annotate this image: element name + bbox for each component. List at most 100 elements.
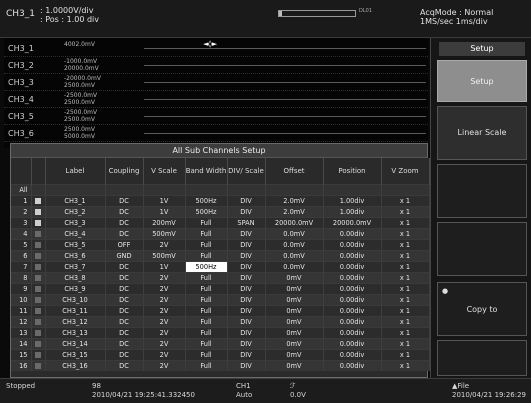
cell-label[interactable]: CH3_4 <box>45 227 106 239</box>
cell-offset[interactable]: 0.0mV <box>265 249 324 261</box>
cell-div-scale[interactable]: DIV <box>227 205 266 217</box>
cell-div-scale[interactable]: DIV <box>227 326 266 338</box>
cell-v-scale[interactable]: 2V <box>143 326 186 338</box>
cell-position[interactable]: 20000.0mV <box>323 216 382 228</box>
cell-v-zoom[interactable] <box>381 183 430 195</box>
cell-div-scale[interactable] <box>227 183 266 195</box>
cell-offset[interactable]: 0.0mV <box>265 227 324 239</box>
cell-offset[interactable]: 0mV <box>265 293 324 305</box>
cell-position[interactable]: 0.00div <box>323 337 382 349</box>
setup-button[interactable]: Setup <box>437 60 527 102</box>
table-row[interactable]: 7 CH3_7 DC 1V 500Hz DIV 0.0mV 0.00div x 1 <box>11 260 430 272</box>
cell-coupling[interactable]: DC <box>105 260 144 272</box>
cell-position[interactable]: 0.00div <box>323 282 382 294</box>
cell-position[interactable]: 0.00div <box>323 260 382 272</box>
cell-position[interactable]: 0.00div <box>323 348 382 360</box>
cell-coupling[interactable]: DC <box>105 282 144 294</box>
table-row[interactable]: 4 CH3_4 DC 500mV Full DIV 0.0mV 0.00div x 1 <box>11 227 430 239</box>
cell-v-zoom[interactable]: x 1 <box>381 271 430 283</box>
cell-position[interactable]: 0.00div <box>323 304 382 316</box>
table-row[interactable]: 2 CH3_2 DC 1V 500Hz DIV 2.0mV 1.00div x 1 <box>11 205 430 217</box>
waveform-display[interactable]: ◄◊► CH3_1 4002.0mV CH3_2 -1000.0mV 20000… <box>4 38 428 148</box>
cell-coupling[interactable]: DC <box>105 293 144 305</box>
cell-label[interactable]: CH3_9 <box>45 282 106 294</box>
cell-v-scale[interactable]: 2V <box>143 282 186 294</box>
table-row[interactable]: 1 CH3_1 DC 1V 500Hz DIV 2.0mV 1.00div x 1 <box>11 194 430 206</box>
cell-coupling[interactable] <box>105 183 144 195</box>
cell-v-zoom[interactable]: x 1 <box>381 260 430 272</box>
cell-band-width[interactable]: Full <box>185 315 228 327</box>
cell-v-scale[interactable]: 2V <box>143 238 186 250</box>
cell-label[interactable]: CH3_14 <box>45 337 106 349</box>
table-row[interactable]: 16 CH3_16 DC 2V Full DIV 0mV 0.00div x 1 <box>11 359 430 371</box>
soft-key-6[interactable] <box>437 340 527 376</box>
soft-key-3[interactable] <box>437 164 527 218</box>
cell-coupling[interactable]: DC <box>105 315 144 327</box>
copy-to-button[interactable]: ● Copy to <box>437 282 527 336</box>
cell-v-scale[interactable]: 1V <box>143 194 186 206</box>
cell-v-zoom[interactable]: x 1 <box>381 194 430 206</box>
cell-position[interactable]: 0.00div <box>323 315 382 327</box>
cell-offset[interactable]: 0mV <box>265 337 324 349</box>
cell-v-zoom[interactable]: x 1 <box>381 293 430 305</box>
cell-position[interactable]: 0.00div <box>323 249 382 261</box>
cell-offset[interactable]: 2.0mV <box>265 205 324 217</box>
cell-coupling[interactable]: DC <box>105 216 144 228</box>
cell-div-scale[interactable]: DIV <box>227 227 266 239</box>
cell-div-scale[interactable]: DIV <box>227 304 266 316</box>
cell-label[interactable]: CH3_6 <box>45 249 106 261</box>
cell-div-scale[interactable]: DIV <box>227 260 266 272</box>
cell-div-scale[interactable]: DIV <box>227 194 266 206</box>
cell-div-scale[interactable]: DIV <box>227 271 266 283</box>
table-row[interactable]: 3 CH3_3 DC 200mV Full SPAN 20000.0mV 20000.0mV x… <box>11 216 430 228</box>
cell-label[interactable]: CH3_13 <box>45 326 106 338</box>
cell-band-width[interactable]: Full <box>185 282 228 294</box>
cell-v-scale[interactable]: 2V <box>143 348 186 360</box>
cell-label[interactable]: CH3_12 <box>45 315 106 327</box>
cell-div-scale[interactable]: DIV <box>227 348 266 360</box>
cell-band-width[interactable]: Full <box>185 304 228 316</box>
cell-v-zoom[interactable]: x 1 <box>381 216 430 228</box>
cell-coupling[interactable]: DC <box>105 337 144 349</box>
cell-coupling[interactable]: DC <box>105 359 144 371</box>
linear-scale-button[interactable]: Linear Scale <box>437 106 527 160</box>
cell-v-zoom[interactable]: x 1 <box>381 282 430 294</box>
cell-div-scale[interactable]: SPAN <box>227 216 266 228</box>
cell-label[interactable]: CH3_10 <box>45 293 106 305</box>
cell-coupling[interactable]: DC <box>105 326 144 338</box>
cell-band-width[interactable]: Full <box>185 359 228 371</box>
cell-band-width[interactable]: Full <box>185 271 228 283</box>
table-row[interactable]: 6 CH3_6 GND 500mV Full DIV 0.0mV 0.00div x 1 <box>11 249 430 261</box>
cell-v-scale[interactable]: 2V <box>143 315 186 327</box>
cell-v-zoom[interactable]: x 1 <box>381 359 430 371</box>
cell-div-scale[interactable]: DIV <box>227 238 266 250</box>
cell-div-scale[interactable]: DIV <box>227 282 266 294</box>
cell-div-scale[interactable]: DIV <box>227 315 266 327</box>
cell-position[interactable]: 0.00div <box>323 293 382 305</box>
cell-position[interactable]: 0.00div <box>323 227 382 239</box>
cell-offset[interactable]: 0mV <box>265 315 324 327</box>
cell-band-width[interactable]: Full <box>185 216 228 228</box>
cell-offset[interactable]: 0mV <box>265 282 324 294</box>
cell-position[interactable]: 1.00div <box>323 194 382 206</box>
cell-v-zoom[interactable]: x 1 <box>381 249 430 261</box>
cell-v-zoom[interactable]: x 1 <box>381 337 430 349</box>
table-row[interactable]: 9 CH3_9 DC 2V Full DIV 0mV 0.00div x 1 <box>11 282 430 294</box>
cell-band-width[interactable]: Full <box>185 249 228 261</box>
table-row[interactable]: 12 CH3_12 DC 2V Full DIV 0mV 0.00div x 1 <box>11 315 430 327</box>
cell-band-width[interactable]: Full <box>185 227 228 239</box>
cell-v-scale[interactable]: 2V <box>143 337 186 349</box>
cell-v-scale[interactable]: 2V <box>143 359 186 371</box>
cell-v-scale[interactable]: 2V <box>143 304 186 316</box>
cell-v-scale[interactable]: 1V <box>143 205 186 217</box>
cell-coupling[interactable]: DC <box>105 227 144 239</box>
cell-coupling[interactable]: DC <box>105 271 144 283</box>
cell-v-zoom[interactable]: x 1 <box>381 227 430 239</box>
table-row[interactable]: 10 CH3_10 DC 2V Full DIV 0mV 0.00div x 1 <box>11 293 430 305</box>
cell-v-zoom[interactable]: x 1 <box>381 315 430 327</box>
table-row[interactable]: 15 CH3_15 DC 2V Full DIV 0mV 0.00div x 1 <box>11 348 430 360</box>
cell-band-width[interactable]: Full <box>185 326 228 338</box>
cell-band-width[interactable] <box>185 183 228 195</box>
cell-band-width[interactable]: 500Hz <box>185 194 228 206</box>
cell-offset[interactable]: 0.0mV <box>265 260 324 272</box>
